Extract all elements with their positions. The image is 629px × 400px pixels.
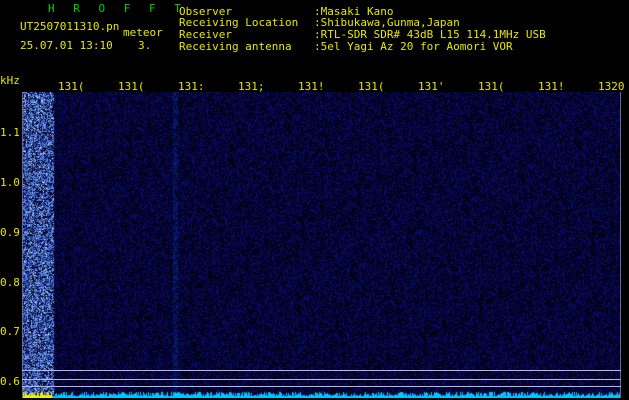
y-axis-unit: kHz [0,74,20,87]
reference-line [22,370,621,371]
y-tick-label: 0.9 [0,226,20,239]
y-tick-label: 1.0 [0,176,20,189]
receiver-value: :RTL-SDR SDR# 43dB L15 114.1MHz USB [314,28,546,41]
reference-line [22,379,621,380]
datetime: 25.07.01 13:10 [20,39,113,52]
app-name: H R O F F T [48,2,187,15]
antenna-label: Receiving antenna [179,40,292,53]
reference-line [22,386,621,387]
receiver-label: Receiver [179,28,232,41]
mode-label: meteor [123,26,163,39]
y-tick-label: 1.1 [0,126,20,139]
page-indicator: 3. [138,39,152,52]
spectrogram-frame [22,92,621,398]
location-label: Receiving Location [179,16,299,29]
y-tick-label: 0.8 [0,276,20,289]
antenna-value: :5el Yagi Az 20 for Aomori VOR [314,40,513,53]
y-tick-label: 0.6 [0,375,20,388]
location-value: :Shibukawa,Gunma,Japan [314,16,460,29]
y-tick-label: 0.7 [0,325,20,338]
filename: UT2507011310.pn [20,20,120,33]
